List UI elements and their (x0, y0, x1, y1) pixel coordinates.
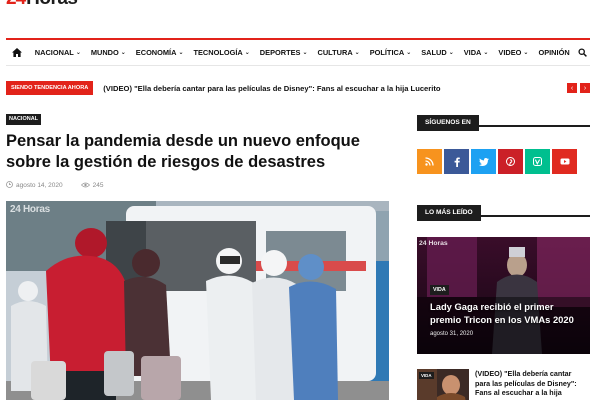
nav-item-cultura[interactable]: CULTURA ⌄ (312, 39, 364, 67)
nav-item-opinion[interactable]: OPINIÓN (533, 39, 574, 67)
nav-item-economia[interactable]: ECONOMÍA ⌄ (131, 39, 189, 67)
trending-bar: SIENDO TENDENCIA AHORA (VIDEO) "Ella deb… (6, 80, 590, 96)
nav-item-tecnologia[interactable]: TECNOLOGÍA ⌄ (188, 39, 254, 67)
twitter-icon[interactable] (471, 149, 496, 174)
featured-title[interactable]: Lady Gaga recibió el primer premio Trico… (430, 300, 585, 326)
logo-word: Horas (26, 0, 78, 8)
nav-label: POLÍTICA (369, 48, 405, 57)
trending-headline[interactable]: (VIDEO) "Ella debería cantar para las pe… (103, 84, 440, 93)
article-date: agosto 14, 2020 (16, 182, 63, 189)
follow-heading: SÍGUENOS EN (417, 111, 590, 131)
clock-icon (6, 181, 13, 190)
nav-item-deportes[interactable]: DEPORTES ⌄ (255, 39, 313, 67)
nav-item-politica[interactable]: POLÍTICA ⌄ (365, 39, 417, 67)
chevron-left-icon[interactable]: ‹ (567, 83, 577, 93)
nav-label: MUNDO (90, 48, 119, 57)
chevron-down-icon: ⌄ (483, 50, 489, 56)
nav-label: TECNOLOGÍA (193, 48, 243, 57)
nav-label: DEPORTES (259, 48, 301, 57)
popular-heading: LO MÁS LEÍDO (417, 201, 590, 221)
popular-heading-label: LO MÁS LEÍDO (417, 205, 481, 221)
article-views: 245 (92, 182, 104, 189)
follow-heading-label: SÍGUENOS EN (417, 115, 479, 131)
vine-icon[interactable] (525, 149, 550, 174)
facebook-icon[interactable] (444, 149, 469, 174)
nav-item-mundo[interactable]: MUNDO ⌄ (86, 39, 131, 67)
trending-arrows: ‹ › (567, 83, 590, 93)
chevron-down-icon: ⌄ (120, 50, 126, 56)
nav-label: NACIONAL (34, 48, 74, 57)
chevron-down-icon: ⌄ (406, 50, 412, 56)
nav-item-salud[interactable]: SALUD ⌄ (416, 39, 459, 67)
nav-label: OPINIÓN (538, 48, 570, 57)
chevron-right-icon[interactable]: › (580, 83, 590, 93)
chevron-down-icon: ⌄ (448, 50, 454, 56)
featured-date: agosto 31, 2020 (430, 331, 474, 337)
nav-label: SALUD (421, 48, 447, 57)
chevron-down-icon: ⌄ (75, 50, 81, 56)
nav-label: ECONOMÍA (135, 48, 177, 57)
logo-number: 24 (6, 0, 26, 8)
rss-icon[interactable] (417, 149, 442, 174)
chevron-down-icon: ⌄ (178, 50, 184, 56)
popular-category-badge[interactable]: VIDA (419, 372, 434, 379)
social-links (417, 149, 590, 174)
featured-date-row: agosto 31, 2020 (430, 331, 473, 337)
nav-label: CULTURA (317, 48, 353, 57)
nav-label: VIDEO (498, 48, 522, 57)
chevron-down-icon: ⌄ (354, 50, 360, 56)
article-hero-image[interactable]: 24 Horas (6, 201, 389, 400)
chevron-down-icon: ⌄ (302, 50, 308, 56)
home-icon[interactable] (10, 39, 24, 67)
nav-item-video[interactable]: VIDEO ⌄ (493, 39, 533, 67)
chevron-down-icon: ⌄ (244, 50, 250, 56)
nav-item-nacional[interactable]: NACIONAL ⌄ (30, 39, 86, 67)
article-meta: agosto 14, 2020 245 (6, 181, 121, 190)
youtube-icon[interactable] (552, 149, 577, 174)
nav-item-vida[interactable]: VIDA ⌄ (459, 39, 494, 67)
article-category-badge[interactable]: NACIONAL (6, 114, 42, 125)
search-icon[interactable] (575, 39, 590, 67)
eye-icon (80, 182, 90, 190)
trending-badge: SIENDO TENDENCIA AHORA (6, 81, 94, 95)
featured-category-badge[interactable]: VIDA (430, 285, 449, 295)
featured-popular-post[interactable]: 24 Horas VIDA Lady Gaga recibió el prime… (417, 237, 590, 354)
hero-photo (6, 201, 389, 400)
pinterest-icon[interactable] (498, 149, 523, 174)
site-logo[interactable]: 24 Horas (6, 0, 78, 8)
popular-list-item[interactable]: VIDA (VIDEO) "Ella debería cantar para l… (417, 369, 590, 400)
chevron-down-icon: ⌄ (523, 50, 529, 56)
popular-thumb[interactable]: VIDA (417, 369, 469, 400)
main-navigation: NACIONAL ⌄ MUNDO ⌄ ECONOMÍA ⌄ TECNOLOGÍA ⌄ D… (6, 38, 590, 66)
featured-watermark: 24 Horas (419, 240, 448, 247)
hero-watermark: 24 Horas (10, 204, 50, 215)
popular-item-title[interactable]: (VIDEO) "Ella debería cantar para las pe… (475, 369, 587, 400)
nav-label: VIDA (463, 48, 482, 57)
article-title: Pensar la pandemia desde un nuevo enfoqu… (6, 132, 360, 171)
